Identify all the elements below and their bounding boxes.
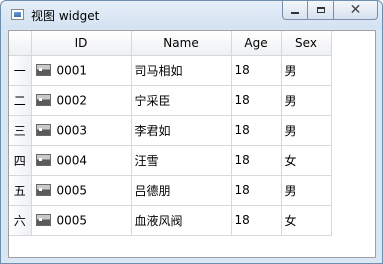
cell-name[interactable]: 司马相如	[131, 55, 232, 86]
column-header-age[interactable]: Age	[231, 31, 282, 56]
row-header[interactable]: 四	[9, 145, 32, 176]
cell-sex[interactable]: 男	[281, 115, 332, 146]
column-header-name[interactable]: Name	[131, 31, 232, 56]
table-row[interactable]: 三 0003 李君如 18 男	[9, 115, 332, 146]
cell-id[interactable]: 0001	[31, 55, 132, 86]
cell-age[interactable]: 18	[231, 85, 282, 116]
row-header[interactable]: 一	[9, 55, 32, 86]
cell-age[interactable]: 18	[231, 55, 282, 86]
app-window: 视图 widget ✕ ID Name Age Sex 一 0001 司马相如 …	[0, 0, 383, 264]
table-view[interactable]: ID Name Age Sex 一 0001 司马相如 18 男 二 0002	[8, 30, 376, 258]
cell-name[interactable]: 宁采臣	[131, 85, 232, 116]
cell-sex[interactable]: 女	[281, 145, 332, 176]
close-icon: ✕	[349, 2, 362, 18]
cell-id-text: 0005	[56, 213, 88, 228]
minimize-icon	[291, 12, 299, 14]
title-bar[interactable]: 视图 widget ✕	[1, 1, 382, 29]
row-header[interactable]: 三	[9, 115, 32, 146]
image-icon	[35, 184, 51, 197]
cell-id[interactable]: 0003	[31, 115, 132, 146]
image-icon	[35, 64, 51, 77]
maximize-button[interactable]	[308, 1, 334, 20]
cell-id[interactable]: 0005	[31, 205, 132, 236]
cell-id[interactable]: 0002	[31, 85, 132, 116]
cell-age[interactable]: 18	[231, 145, 282, 176]
row-header[interactable]: 六	[9, 205, 32, 236]
cell-name[interactable]: 血液风阀	[131, 205, 232, 236]
column-header-sex[interactable]: Sex	[281, 31, 332, 56]
cell-sex[interactable]: 男	[281, 55, 332, 86]
image-icon	[35, 94, 51, 107]
data-table: ID Name Age Sex 一 0001 司马相如 18 男 二 0002	[9, 31, 332, 236]
table-row[interactable]: 二 0002 宁采臣 18 男	[9, 85, 332, 116]
cell-sex[interactable]: 女	[281, 205, 332, 236]
minimize-button[interactable]	[282, 1, 308, 20]
window-title: 视图 widget	[31, 9, 100, 23]
cell-age[interactable]: 18	[231, 115, 282, 146]
cell-age[interactable]: 18	[231, 205, 282, 236]
cell-id-text: 0004	[56, 153, 88, 168]
table-row[interactable]: 四 0004 汪雪 18 女	[9, 145, 332, 176]
close-button[interactable]: ✕	[334, 1, 378, 20]
cell-sex[interactable]: 男	[281, 85, 332, 116]
cell-id-text: 0005	[56, 183, 88, 198]
cell-name[interactable]: 吕德朋	[131, 175, 232, 206]
corner-button[interactable]	[9, 31, 32, 56]
image-icon	[35, 214, 51, 227]
row-header[interactable]: 五	[9, 175, 32, 206]
cell-id-text: 0003	[56, 123, 88, 138]
cell-id[interactable]: 0005	[31, 175, 132, 206]
column-header-id[interactable]: ID	[31, 31, 132, 56]
cell-age[interactable]: 18	[231, 175, 282, 206]
header-row: ID Name Age Sex	[9, 31, 332, 56]
cell-name[interactable]: 汪雪	[131, 145, 232, 176]
cell-id[interactable]: 0004	[31, 145, 132, 176]
image-icon	[35, 124, 51, 137]
table-row[interactable]: 五 0005 吕德朋 18 男	[9, 175, 332, 206]
cell-id-text: 0001	[56, 63, 88, 78]
maximize-icon	[316, 7, 325, 13]
cell-name[interactable]: 李君如	[131, 115, 232, 146]
row-header[interactable]: 二	[9, 85, 32, 116]
window-controls: ✕	[282, 1, 378, 21]
cell-sex[interactable]: 男	[281, 175, 332, 206]
window-icon	[11, 9, 24, 20]
image-icon	[35, 154, 51, 167]
table-row[interactable]: 六 0005 血液风阀 18 女	[9, 205, 332, 236]
table-row[interactable]: 一 0001 司马相如 18 男	[9, 55, 332, 86]
cell-id-text: 0002	[56, 93, 88, 108]
